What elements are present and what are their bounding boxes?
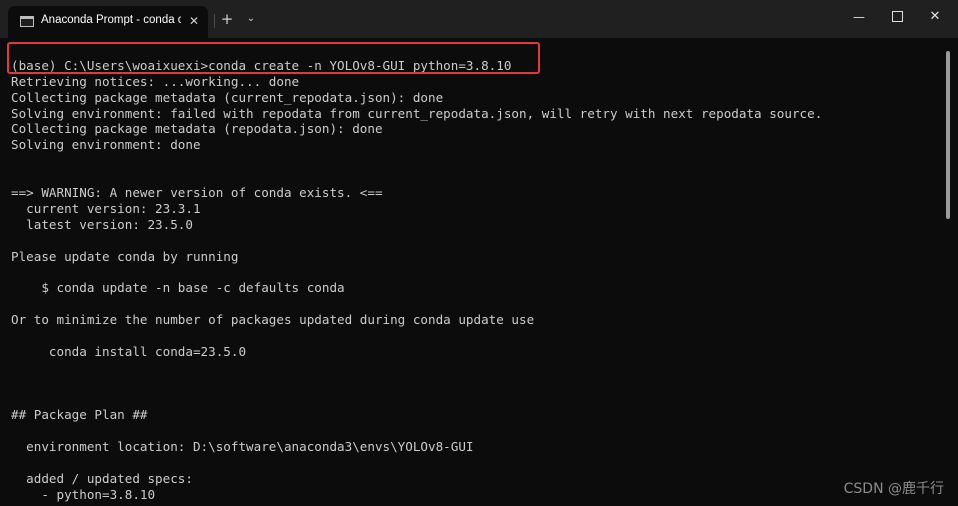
close-window-button[interactable]: ✕ [918,6,952,28]
terminal-line: Please update conda by running [11,248,239,264]
terminal-line: Retrieving notices: ...working... done [11,73,300,89]
close-tab-icon[interactable]: ✕ [186,13,202,29]
maximize-button[interactable] [880,6,914,28]
terminal-line: current version: 23.3.1 [11,200,201,216]
console-icon [20,16,34,27]
minimize-button[interactable]: — [842,6,876,28]
terminal-line: Or to minimize the number of packages up… [11,312,535,328]
terminal-line: added / updated specs: [11,471,193,487]
terminal-tab[interactable]: Anaconda Prompt - conda cr ✕ [8,6,208,38]
terminal-line: Collecting package metadata (current_rep… [11,89,444,105]
tab-title: Anaconda Prompt - conda cr [41,14,181,26]
terminal-output[interactable]: (base) C:\Users\woaixuexi>conda create -… [11,42,941,506]
terminal-line: ## Package Plan ## [11,407,148,423]
title-bar: Anaconda Prompt - conda cr ✕ + ⌄ — ✕ [0,0,958,38]
terminal-line: ==> WARNING: A newer version of conda ex… [11,185,383,201]
terminal-line: latest version: 23.5.0 [11,216,193,232]
terminal-line: conda install conda=23.5.0 [11,343,247,359]
command-highlight-box [7,42,540,74]
scrollbar-thumb[interactable] [946,51,950,219]
new-tab-button[interactable]: + [218,10,236,28]
terminal-line: Collecting package metadata (repodata.js… [11,121,383,137]
terminal-line: environment location: D:\software\anacon… [11,439,474,455]
terminal-line: Solving environment: done [11,137,201,153]
terminal-line: - python=3.8.10 [11,486,156,502]
terminal-line: $ conda update -n base -c defaults conda [11,280,345,296]
terminal-line: Solving environment: failed with repodat… [11,105,823,121]
terminal-window: Anaconda Prompt - conda cr ✕ + ⌄ — ✕ (ba… [0,0,958,506]
watermark: CSDN @鹿千行 [843,481,944,497]
chevron-down-icon[interactable]: ⌄ [243,10,259,28]
tab-separator [214,14,215,28]
maximize-icon [891,11,903,22]
